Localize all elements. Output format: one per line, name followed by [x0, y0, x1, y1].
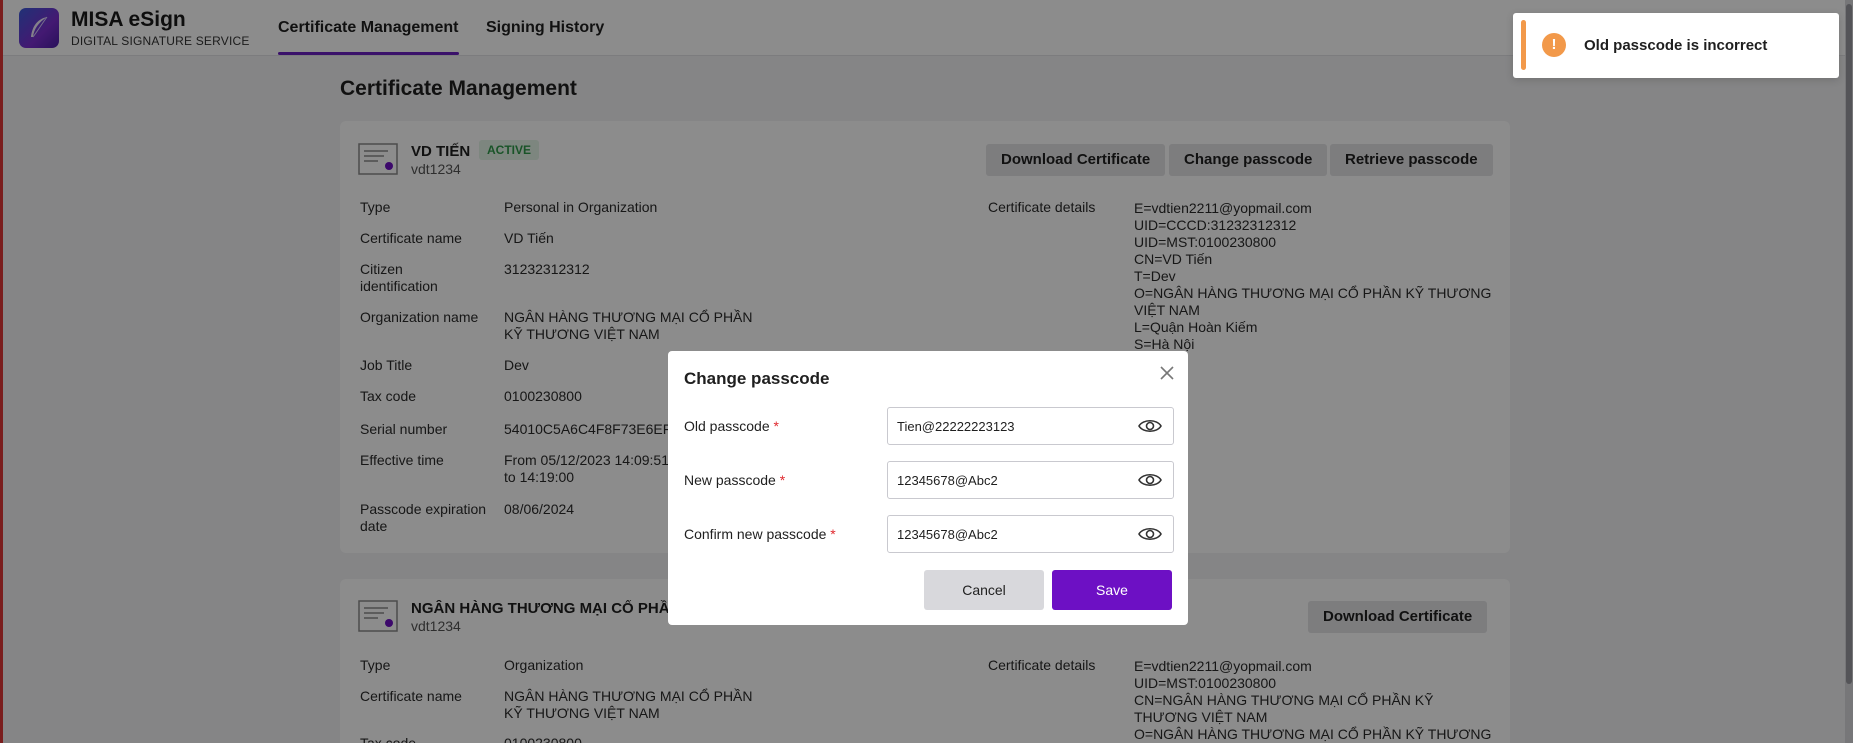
required-mark: *: [779, 472, 786, 488]
toast-message: Old passcode is incorrect: [1584, 37, 1768, 54]
confirm-passcode-input[interactable]: [897, 516, 1127, 552]
old-passcode-label: Old passcode *: [684, 418, 779, 434]
required-mark: *: [830, 526, 836, 542]
dialog-title: Change passcode: [684, 369, 830, 388]
toast-accent-bar: [1521, 20, 1526, 70]
change-passcode-dialog: Change passcode Old passcode * New passc…: [668, 351, 1188, 625]
required-mark: *: [773, 418, 779, 434]
confirm-passcode-field[interactable]: [887, 515, 1174, 553]
confirm-passcode-label: Confirm new passcode *: [684, 526, 836, 542]
error-toast: ! Old passcode is incorrect: [1513, 13, 1839, 78]
old-passcode-field[interactable]: [887, 407, 1174, 445]
close-icon[interactable]: [1158, 364, 1176, 382]
save-button[interactable]: Save: [1052, 570, 1172, 610]
cancel-button[interactable]: Cancel: [924, 570, 1044, 610]
new-passcode-label: New passcode *: [684, 472, 786, 488]
eye-icon[interactable]: [1137, 416, 1163, 436]
eye-icon[interactable]: [1137, 470, 1163, 490]
warning-icon: !: [1542, 33, 1566, 57]
eye-icon[interactable]: [1137, 524, 1163, 544]
new-passcode-input[interactable]: [897, 462, 1127, 498]
new-passcode-field[interactable]: [887, 461, 1174, 499]
old-passcode-input[interactable]: [897, 408, 1127, 444]
window-edge: [0, 0, 3, 743]
